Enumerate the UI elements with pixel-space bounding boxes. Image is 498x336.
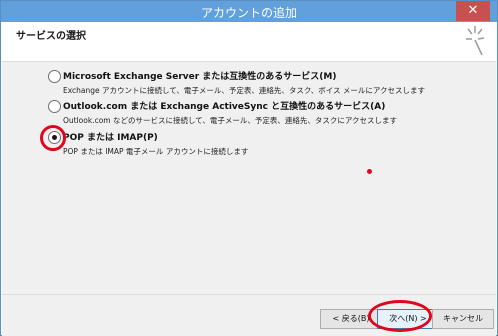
highlight-circle-pop-radio <box>40 125 66 151</box>
option-description: Exchange アカウントに接続して、電子メール、予定表、連絡先、タスク、ボイ… <box>63 86 426 95</box>
cursor-marker-dot <box>367 169 372 174</box>
radio-exchange[interactable] <box>48 70 61 83</box>
highlight-circle-next-button <box>368 300 432 332</box>
wizard-header: サービスの選択 <box>2 22 496 62</box>
option-label[interactable]: POP または IMAP(P) <box>63 130 158 143</box>
cancel-button[interactable]: キャンセル <box>432 309 494 329</box>
page-title: サービスの選択 <box>16 31 86 42</box>
window-title: アカウントの追加 <box>200 6 297 20</box>
option-description: Outlook.com などのサービスに接続して、電子メール、予定表、連絡先、タ… <box>63 116 398 125</box>
radio-outlook-com[interactable] <box>48 100 61 113</box>
wizard-content: Microsoft Exchange Server または互換性のあるサービス(… <box>2 62 496 294</box>
title-bar: アカウントの追加 ✕ <box>1 1 497 22</box>
close-button[interactable]: ✕ <box>456 1 490 21</box>
option-label[interactable]: Outlook.com または Exchange ActiveSync と互換性… <box>63 99 385 112</box>
option-label[interactable]: Microsoft Exchange Server または互換性のあるサービス(… <box>63 69 337 82</box>
add-account-dialog: アカウントの追加 ✕ サービスの選択 Microsoft Exchange Se… <box>0 0 498 336</box>
option-description: POP または IMAP 電子メール アカウントに接続します <box>63 147 249 156</box>
wizard-sparkle-icon <box>466 26 485 56</box>
